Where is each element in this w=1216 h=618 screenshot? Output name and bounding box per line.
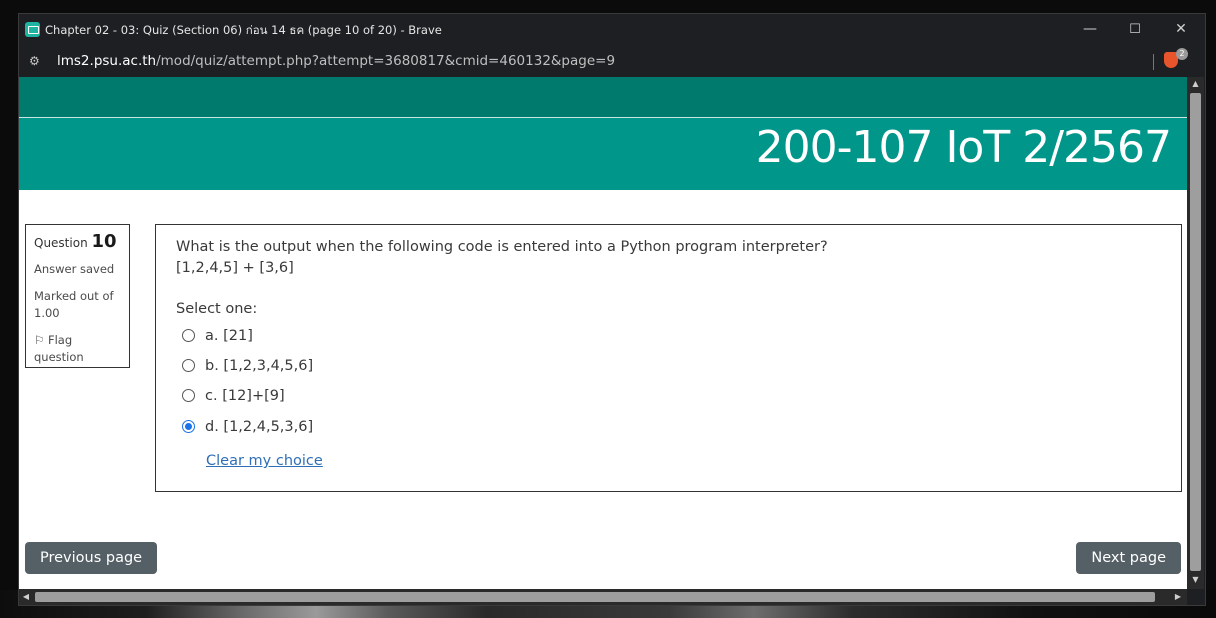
- question-label: Question: [34, 236, 88, 250]
- course-banner: 200-107 IoT 2/2567: [19, 118, 1187, 190]
- clear-my-choice-link[interactable]: Clear my choice: [206, 453, 323, 469]
- page-viewport: 200-107 IoT 2/2567 Question 10 Answer sa…: [19, 77, 1187, 589]
- scroll-up-arrow-icon[interactable]: ▲: [1187, 77, 1204, 91]
- question-content-box: What is the output when the following co…: [155, 224, 1182, 492]
- next-page-button[interactable]: Next page: [1076, 542, 1181, 574]
- minimize-button[interactable]: —: [1067, 14, 1113, 45]
- radio-option-c[interactable]: [182, 389, 195, 402]
- question-number: Question 10: [34, 231, 121, 252]
- title-bar: Chapter 02 - 03: Quiz (Section 06) ก่อน …: [19, 14, 1205, 45]
- radio-option-a[interactable]: [182, 329, 195, 342]
- maximize-button[interactable]: ☐: [1112, 14, 1158, 45]
- select-one-prompt: Select one:: [176, 301, 258, 317]
- question-text: What is the output when the following co…: [176, 237, 828, 279]
- answer-option-a-label[interactable]: a. [21]: [205, 325, 253, 347]
- question-number-value: 10: [91, 231, 117, 252]
- radio-option-d-selected[interactable]: [182, 420, 195, 433]
- answer-option-d-label[interactable]: d. [1,2,4,5,3,6]: [205, 416, 313, 438]
- shield-count-badge: 2: [1176, 48, 1188, 60]
- radio-option-b[interactable]: [182, 359, 195, 372]
- site-info-icon[interactable]: ⚙: [29, 54, 43, 68]
- quiz-app-icon: [25, 22, 40, 37]
- window-title: Chapter 02 - 03: Quiz (Section 06) ก่อน …: [45, 23, 442, 37]
- horizontal-scroll-thumb[interactable]: [35, 592, 1155, 602]
- scroll-right-arrow-icon[interactable]: ▶: [1171, 589, 1185, 605]
- scroll-down-arrow-icon[interactable]: ▼: [1187, 573, 1204, 587]
- question-text-line1: What is the output when the following co…: [176, 239, 828, 255]
- flag-icon[interactable]: ⚐: [34, 333, 44, 347]
- scroll-left-arrow-icon[interactable]: ◀: [19, 589, 33, 605]
- previous-page-button[interactable]: Previous page: [25, 542, 158, 574]
- question-state: Answer saved: [34, 262, 115, 276]
- close-button[interactable]: ✕: [1158, 14, 1204, 45]
- question-grade: Marked out of 1.00: [34, 289, 114, 320]
- question-code-line: [1,2,4,5] + [3,6]: [176, 260, 294, 276]
- vertical-scroll-thumb[interactable]: [1190, 93, 1201, 571]
- banner-top-strip: [19, 77, 1187, 117]
- vertical-scrollbar[interactable]: ▲ ▼: [1187, 77, 1204, 589]
- url-text[interactable]: lms2.psu.ac.th/mod/quiz/attempt.php?atte…: [57, 53, 615, 69]
- question-info-box: Question 10 Answer saved Marked out of 1…: [25, 224, 130, 368]
- browser-window: Chapter 02 - 03: Quiz (Section 06) ก่อน …: [18, 13, 1206, 606]
- answer-option-c-label[interactable]: c. [12]+[9]: [205, 385, 285, 407]
- address-divider: [1153, 54, 1154, 70]
- answer-option-b-label[interactable]: b. [1,2,3,4,5,6]: [205, 355, 313, 377]
- url-path: /mod/quiz/attempt.php?attempt=3680817&cm…: [156, 53, 616, 69]
- horizontal-scrollbar[interactable]: ◀ ▶: [19, 589, 1187, 605]
- flag-question-link[interactable]: ⚐ Flag question: [34, 332, 121, 366]
- url-host: lms2.psu.ac.th: [57, 53, 157, 69]
- course-title: 200-107 IoT 2/2567: [755, 122, 1172, 173]
- address-bar[interactable]: ⚙ lms2.psu.ac.th/mod/quiz/attempt.php?at…: [19, 45, 1205, 77]
